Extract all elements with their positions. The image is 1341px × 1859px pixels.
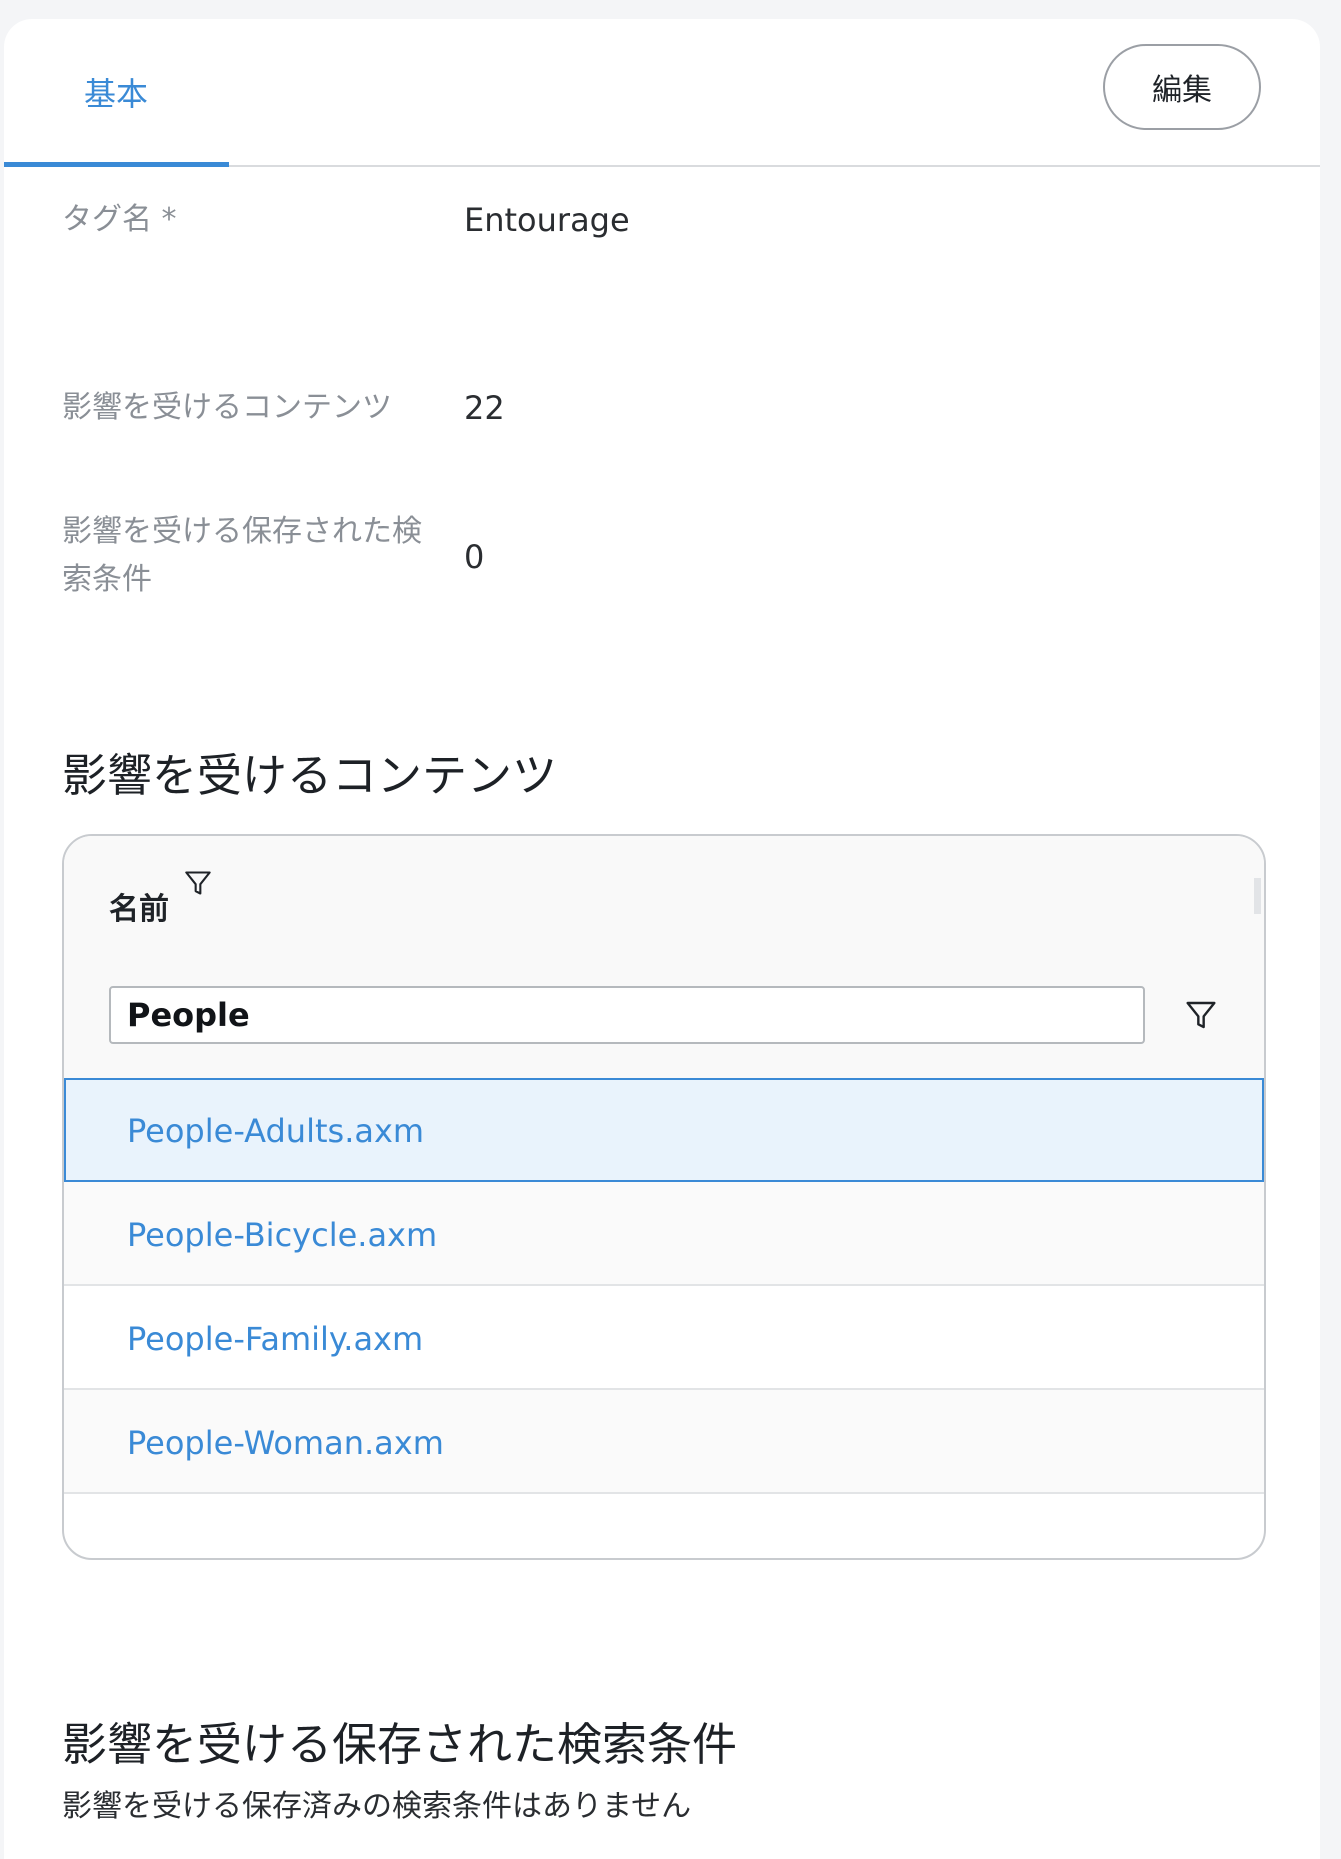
detail-card: 基本 編集 タグ名 * Entourage 影響を受けるコンテンツ 22 影響を… <box>4 19 1320 1859</box>
table-row[interactable]: People-Family.axm <box>64 1286 1264 1390</box>
table-row[interactable]: People-Adults.axm <box>64 1078 1264 1182</box>
column-header-name[interactable]: 名前 <box>109 884 169 928</box>
content-link[interactable]: People-Bicycle.axm <box>127 1216 437 1254</box>
tag-name-label: タグ名 * <box>62 202 177 237</box>
table-header: 名前 <box>64 836 1264 1080</box>
affected-saved-search-label-line2: 索条件 <box>62 562 152 597</box>
table-row[interactable]: People-Woman.axm <box>64 1390 1264 1494</box>
affected-content-heading: 影響を受けるコンテンツ <box>62 749 558 802</box>
active-tab-indicator <box>4 162 229 167</box>
affected-content-label: 影響を受けるコンテンツ <box>62 390 392 425</box>
filter-icon[interactable] <box>1185 999 1217 1031</box>
tab-bar: 基本 編集 <box>4 19 1320 167</box>
name-filter-input[interactable] <box>109 986 1145 1044</box>
table-row[interactable]: People-Bicycle.axm <box>64 1182 1264 1286</box>
affected-saved-search-label-line1: 影響を受ける保存された検 <box>62 514 422 549</box>
tab-basic-label: 基本 <box>84 75 149 113</box>
scrollbar-thumb[interactable] <box>1254 878 1261 914</box>
content-link[interactable]: People-Adults.axm <box>127 1112 424 1150</box>
affected-content-table: 名前 People-Adults.axm People-Bicycle.axm … <box>62 834 1266 1560</box>
empty-saved-search-message: 影響を受ける保存済みの検索条件はありません <box>62 1789 692 1824</box>
affected-saved-search-label: 影響を受ける保存された検 索条件 <box>62 508 422 604</box>
edit-button[interactable]: 編集 <box>1103 44 1261 130</box>
tag-name-value: Entourage <box>464 201 630 239</box>
content-link[interactable]: People-Woman.axm <box>127 1424 444 1462</box>
affected-content-count: 22 <box>464 389 505 427</box>
affected-saved-search-heading: 影響を受ける保存された検索条件 <box>62 1718 738 1771</box>
content-link[interactable]: People-Family.axm <box>127 1320 423 1358</box>
tab-basic[interactable]: 基本 <box>4 19 229 167</box>
column-filter-icon[interactable] <box>184 869 212 897</box>
affected-saved-search-count: 0 <box>464 538 485 576</box>
